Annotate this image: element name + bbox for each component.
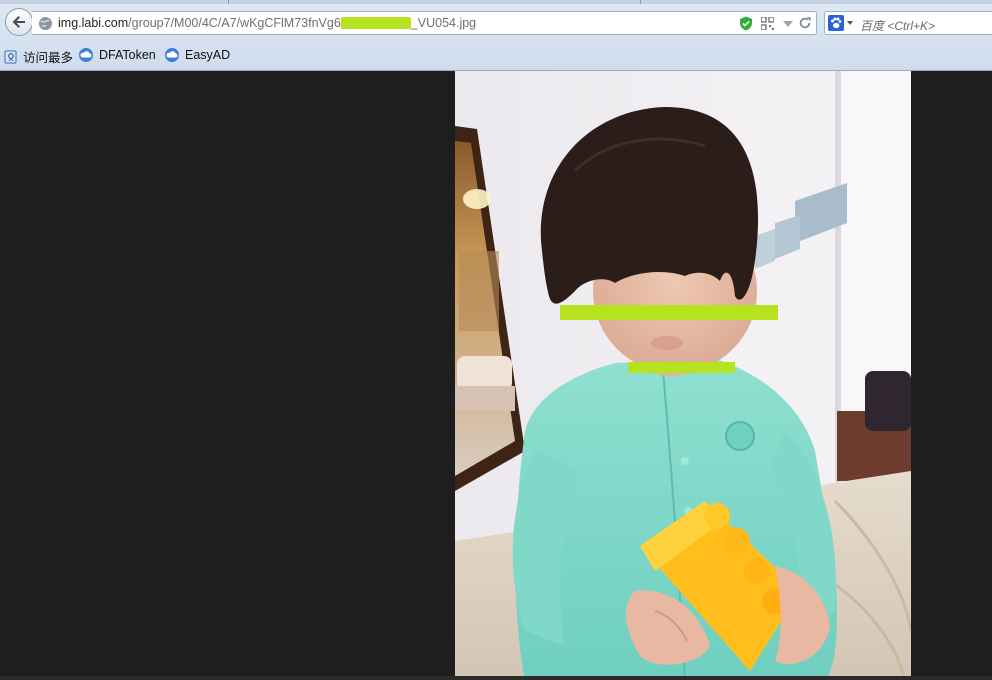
- browser-toolbar: img.labi.com/group7/M00/4C/A7/wKgCFlM73f…: [0, 0, 992, 71]
- bookmark-label: 访问最多: [23, 51, 74, 65]
- shield-icon[interactable]: [739, 16, 753, 31]
- search-placeholder: 百度 <Ctrl+K>: [860, 19, 936, 33]
- photo-illustration: [455, 71, 911, 680]
- bookmark-folder-icon: [4, 50, 17, 63]
- reload-icon[interactable]: [798, 16, 812, 30]
- tab-edge: [228, 0, 229, 4]
- url-history-dropdown-icon[interactable]: [783, 21, 793, 27]
- bookmark-dfatoken[interactable]: DFAToken: [78, 47, 156, 63]
- bookmark-easyad[interactable]: EasyAD: [164, 47, 230, 63]
- bookmark-label: EasyAD: [185, 48, 231, 62]
- status-edge: [0, 676, 992, 680]
- displayed-photo[interactable]: [455, 71, 911, 680]
- url-path-end: _VU054.jpg: [410, 16, 477, 30]
- url-redaction-mark: [340, 17, 411, 29]
- tab-strip: [0, 0, 992, 4]
- paw-icon[interactable]: [828, 15, 844, 31]
- cloud-icon: [165, 48, 179, 62]
- bookmark-most-visited[interactable]: 访问最多: [4, 47, 73, 66]
- globe-icon: [38, 16, 53, 31]
- back-arrow-icon: [12, 16, 25, 28]
- bookmark-label: DFAToken: [99, 48, 156, 62]
- image-viewer-area: [0, 71, 992, 680]
- cloud-icon: [79, 48, 93, 62]
- search-engine-dropdown-icon[interactable]: [847, 21, 853, 25]
- search-box[interactable]: 百度 <Ctrl+K>: [824, 11, 992, 35]
- tab-edge: [640, 0, 641, 4]
- bookmarks-toolbar: 访问最多 DFAToken EasyAD: [0, 45, 992, 67]
- url-text: img.labi.com/group7/M00/4C/A7/wKgCFlM73f…: [58, 16, 476, 30]
- url-path-start: /group7/M00/4C/A7/wKgCFlM73fnVg6: [128, 16, 341, 30]
- back-button[interactable]: [5, 8, 33, 36]
- url-host: img.labi.com: [58, 16, 129, 30]
- paw-glyph: [831, 17, 842, 29]
- address-bar[interactable]: img.labi.com/group7/M00/4C/A7/wKgCFlM73f…: [32, 11, 817, 35]
- qr-code-icon[interactable]: [761, 17, 774, 30]
